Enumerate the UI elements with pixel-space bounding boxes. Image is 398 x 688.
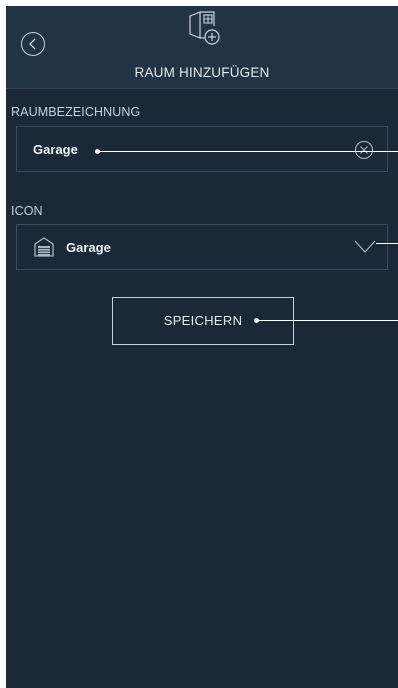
room-name-label: RAUMBEZEICHNUNG <box>11 105 141 119</box>
room-name-value[interactable]: Garage <box>33 142 78 157</box>
icon-select[interactable]: Garage <box>16 224 388 270</box>
leader-line-name <box>98 151 398 152</box>
page-title: RAUM HINZUFÜGEN <box>134 65 270 80</box>
chevron-down-icon[interactable] <box>354 239 376 255</box>
clear-circle-icon[interactable] <box>354 140 374 160</box>
back-button[interactable] <box>21 32 45 56</box>
leader-line-icon <box>376 243 398 244</box>
garage-icon <box>34 237 54 257</box>
leader-line-save <box>257 320 398 321</box>
room-plus-icon <box>189 11 220 45</box>
icon-label: ICON <box>11 204 43 218</box>
icon-value: Garage <box>66 240 111 255</box>
save-button[interactable]: SPEICHERN <box>112 297 294 345</box>
header-bar: RAUM HINZUFÜGEN <box>6 6 398 89</box>
app-screen: RAUM HINZUFÜGEN RAUMBEZEICHNUNG Garage I… <box>6 6 398 688</box>
chevron-left-icon <box>29 38 36 50</box>
room-name-field[interactable]: Garage <box>16 126 388 172</box>
